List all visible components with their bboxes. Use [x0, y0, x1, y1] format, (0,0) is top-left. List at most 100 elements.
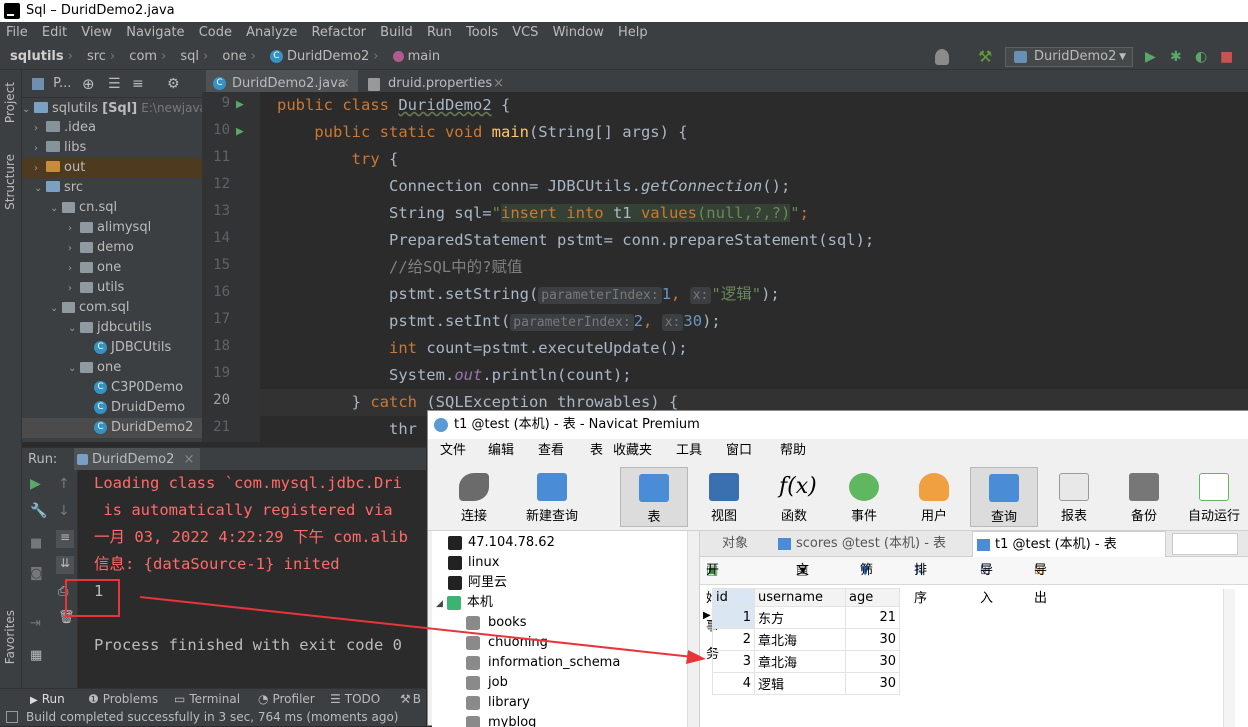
- table-row[interactable]: ▶1 东方 21: [713, 607, 900, 629]
- tree-item-package[interactable]: ⌄com.sql: [22, 298, 202, 318]
- expand-all-icon[interactable]: ≡: [132, 70, 144, 98]
- run-gutter-icon[interactable]: ▶: [236, 124, 244, 139]
- tree-item-package[interactable]: ⌄jdbcutils: [22, 318, 202, 338]
- menu-tools[interactable]: Tools: [466, 25, 498, 40]
- grid-header-username[interactable]: username: [755, 589, 846, 607]
- menu-run[interactable]: Run: [427, 25, 452, 40]
- layout-icon[interactable]: ▦: [30, 648, 42, 663]
- stop-icon[interactable]: ■: [1220, 49, 1236, 65]
- scroll-up-icon[interactable]: ↑: [58, 476, 70, 492]
- reports-button[interactable]: 报表: [1042, 467, 1106, 527]
- run-icon[interactable]: ▶: [1145, 49, 1161, 65]
- scroll-to-end-icon[interactable]: ⇊: [56, 556, 74, 574]
- favorites-tool-tab[interactable]: Favorites: [3, 610, 17, 664]
- grid-cell-id[interactable]: 3: [713, 651, 755, 673]
- table-row[interactable]: 2 章北海 30: [713, 629, 900, 651]
- table-row[interactable]: 3 章北海 30: [713, 651, 900, 673]
- users-button[interactable]: 用户: [902, 467, 966, 527]
- new-query-button[interactable]: 新建查询: [520, 467, 584, 527]
- breadcrumb-src[interactable]: src: [87, 44, 106, 70]
- grid-cell-username[interactable]: 章北海: [755, 629, 846, 651]
- connection-item[interactable]: 47.104.78.62: [448, 533, 700, 553]
- project-tool-tab[interactable]: Project: [3, 82, 17, 123]
- queries-button[interactable]: 查询: [970, 467, 1038, 527]
- navicat-menu-edit[interactable]: 编辑: [488, 439, 514, 463]
- breadcrumb-project[interactable]: sqlutils: [10, 44, 64, 70]
- automation-button[interactable]: 自动运行: [1178, 467, 1248, 527]
- user-icon[interactable]: [935, 49, 949, 65]
- stop-icon[interactable]: ■: [30, 536, 42, 551]
- backup-button[interactable]: 备份: [1112, 467, 1176, 527]
- project-view-select[interactable]: P...: [53, 76, 71, 91]
- connect-button[interactable]: 连接: [442, 467, 506, 527]
- gear-icon[interactable]: ⚙: [167, 70, 180, 98]
- grid-cell-id[interactable]: 4: [713, 673, 755, 695]
- events-button[interactable]: 事件: [832, 467, 896, 527]
- bottom-tab-build[interactable]: ⚒B: [400, 689, 421, 709]
- navicat-menu-favorites[interactable]: 收藏夹: [613, 439, 652, 463]
- bottom-tab-problems[interactable]: ❶Problems: [88, 689, 158, 709]
- navicat-menu-help[interactable]: 帮助: [780, 439, 806, 463]
- table-row[interactable]: 4 逻辑 30: [713, 673, 900, 695]
- navicat-menu-tools[interactable]: 工具: [676, 439, 702, 463]
- connection-item[interactable]: linux: [448, 553, 700, 573]
- tree-item-idea[interactable]: ›.idea: [22, 118, 202, 138]
- tree-item-class[interactable]: CJDBCUtils: [22, 338, 202, 358]
- grid-cell-age[interactable]: 30: [846, 673, 900, 695]
- collapse-all-icon[interactable]: ☰: [108, 70, 121, 98]
- grid-header-id[interactable]: id: [713, 589, 755, 607]
- code-editor[interactable]: public class DuridDemo2 { public static …: [260, 92, 1248, 442]
- menu-file[interactable]: File: [6, 25, 28, 40]
- navicat-menu-file[interactable]: 文件: [440, 439, 466, 463]
- grid-cell-username[interactable]: 逻辑: [755, 673, 846, 695]
- grid-cell-id[interactable]: 2: [713, 629, 755, 651]
- breadcrumb-method[interactable]: main: [393, 44, 440, 70]
- database-item[interactable]: information_schema: [466, 653, 700, 673]
- grid-cell-age[interactable]: 30: [846, 651, 900, 673]
- tab-scores-table[interactable]: scores @test (本机) - 表: [774, 531, 968, 557]
- tab-t1-table[interactable]: t1 @test (本机) - 表: [972, 531, 1166, 557]
- grid-scrollbar[interactable]: [1223, 589, 1235, 727]
- bottom-tab-todo[interactable]: ☰TODO: [330, 689, 380, 709]
- database-item[interactable]: job: [466, 673, 700, 693]
- grid-cell-id[interactable]: ▶1: [713, 607, 755, 629]
- tree-scrollbar[interactable]: [687, 531, 699, 727]
- tree-item-package[interactable]: ⌄cn.sql: [22, 198, 202, 218]
- soft-wrap-icon[interactable]: ≡: [56, 530, 74, 548]
- breadcrumb-class[interactable]: CDuridDemo2: [270, 44, 369, 70]
- bottom-tab-terminal[interactable]: ▭Terminal: [174, 689, 240, 709]
- menu-help[interactable]: Help: [618, 25, 648, 40]
- grid-cell-username[interactable]: 东方: [755, 607, 846, 629]
- menu-vcs[interactable]: VCS: [512, 25, 538, 40]
- run-gutter-icon[interactable]: ▶: [236, 97, 244, 112]
- locate-icon[interactable]: ⊕: [82, 70, 95, 98]
- menu-build[interactable]: Build: [380, 25, 413, 40]
- wrench-icon[interactable]: 🔧: [30, 503, 47, 519]
- breadcrumb-sql[interactable]: sql: [180, 44, 199, 70]
- connection-item[interactable]: 阿里云: [448, 573, 700, 593]
- tree-item-out[interactable]: ›out: [22, 158, 202, 178]
- tree-item-libs[interactable]: ›libs: [22, 138, 202, 158]
- console-output[interactable]: Loading class `com.mysql.jdbc.Dri is aut…: [94, 470, 426, 688]
- scroll-down-icon[interactable]: ↓: [58, 503, 70, 519]
- tab-objects[interactable]: 对象: [700, 531, 772, 557]
- close-icon[interactable]: ×: [183, 448, 194, 471]
- database-item[interactable]: chuoning: [466, 633, 700, 653]
- tables-button[interactable]: 表: [620, 467, 688, 527]
- run-configuration-select[interactable]: DuridDemo2 ▼: [1005, 47, 1133, 67]
- navicat-menu-window[interactable]: 窗口: [726, 439, 752, 463]
- tree-item-class-selected[interactable]: CDuridDemo2: [22, 418, 202, 438]
- connection-item-open[interactable]: ◢本机: [436, 593, 696, 613]
- tree-item-class[interactable]: CDruidDemo: [22, 398, 202, 418]
- grid-cell-age[interactable]: 21: [846, 607, 900, 629]
- breadcrumb-com[interactable]: com: [129, 44, 157, 70]
- tree-item-src[interactable]: ⌄src: [22, 178, 202, 198]
- run-tab[interactable]: DuridDemo2 ×: [74, 448, 200, 471]
- bottom-tab-profiler[interactable]: ◔Profiler: [258, 689, 315, 709]
- coverage-icon[interactable]: ◐: [1195, 49, 1211, 65]
- tree-item-package[interactable]: ›utils: [22, 278, 202, 298]
- grid-header-age[interactable]: age: [846, 589, 900, 607]
- build-hammer-icon[interactable]: ⚒: [978, 49, 994, 65]
- debug-icon[interactable]: ✱: [1170, 49, 1186, 65]
- breadcrumb-one[interactable]: one: [222, 44, 246, 70]
